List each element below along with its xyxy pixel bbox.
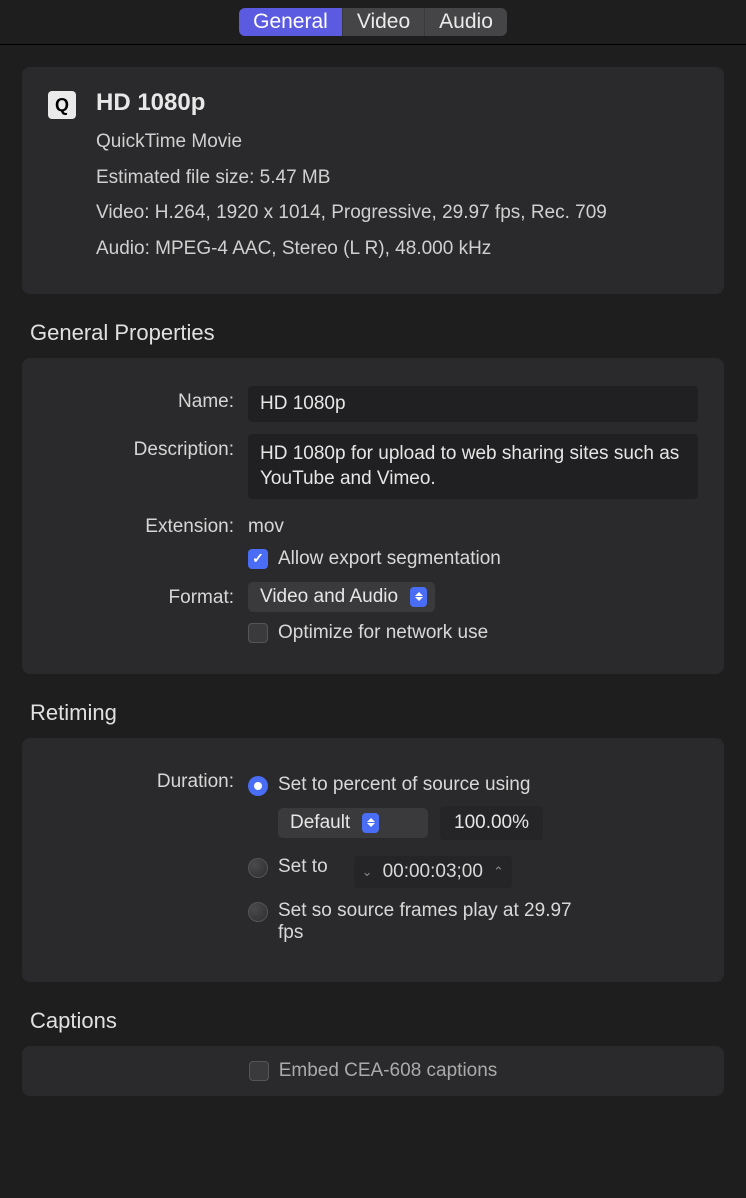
checkmark-icon: ✓ bbox=[252, 550, 264, 567]
embed-captions-label: Embed CEA-608 captions bbox=[279, 1060, 498, 1082]
duration-setto-label: Set to bbox=[278, 856, 328, 878]
duration-frames-label: Set so source frames play at 29.97 fps bbox=[278, 900, 598, 944]
tab-group: General Video Audio bbox=[239, 8, 507, 36]
format-select[interactable]: Video and Audio bbox=[248, 582, 435, 612]
quicktime-icon: Q bbox=[48, 91, 76, 119]
format-select-value: Video and Audio bbox=[260, 586, 398, 608]
setto-time-stepper[interactable]: ⌄ 00:00:03;00 ⌃ bbox=[354, 856, 512, 888]
name-label: Name: bbox=[48, 386, 248, 413]
description-input[interactable]: HD 1080p for upload to web sharing sites… bbox=[248, 434, 698, 499]
duration-setto-radio[interactable] bbox=[248, 858, 268, 878]
section-retiming: Retiming bbox=[30, 700, 746, 726]
top-tab-bar: General Video Audio bbox=[0, 0, 746, 45]
tab-video[interactable]: Video bbox=[343, 8, 425, 36]
captions-panel: Embed CEA-608 captions bbox=[22, 1046, 724, 1096]
general-properties-panel: Name: HD 1080p Description: HD 1080p for… bbox=[22, 358, 724, 674]
section-captions: Captions bbox=[30, 1008, 746, 1034]
duration-frames-radio[interactable] bbox=[248, 902, 268, 922]
section-general-properties: General Properties bbox=[30, 320, 746, 346]
select-arrows-icon bbox=[410, 587, 427, 607]
name-input[interactable]: HD 1080p bbox=[248, 386, 698, 422]
tab-general[interactable]: General bbox=[239, 8, 343, 36]
optimize-network-checkbox[interactable] bbox=[248, 623, 268, 643]
extension-label: Extension: bbox=[48, 511, 248, 538]
tab-audio[interactable]: Audio bbox=[425, 8, 507, 36]
percent-preset-value: Default bbox=[290, 812, 350, 834]
allow-segmentation-label: Allow export segmentation bbox=[278, 548, 501, 570]
allow-segmentation-checkbox[interactable]: ✓ bbox=[248, 549, 268, 569]
duration-label: Duration: bbox=[48, 766, 248, 793]
select-arrows-icon bbox=[362, 813, 379, 833]
description-label: Description: bbox=[48, 434, 248, 461]
summary-audio: Audio: MPEG-4 AAC, Stereo (L R), 48.000 … bbox=[96, 236, 607, 262]
summary-container: QuickTime Movie bbox=[96, 129, 607, 155]
duration-percent-radio[interactable] bbox=[248, 776, 268, 796]
setto-time-value: 00:00:03;00 bbox=[383, 861, 483, 883]
percent-preset-select[interactable]: Default bbox=[278, 808, 428, 838]
optimize-network-label: Optimize for network use bbox=[278, 622, 488, 644]
summary-panel: Q HD 1080p QuickTime Movie Estimated fil… bbox=[22, 67, 724, 294]
extension-value: mov bbox=[248, 511, 698, 538]
percent-value-field[interactable]: 100.00% bbox=[440, 806, 543, 840]
chevron-down-icon[interactable]: ⌄ bbox=[362, 864, 373, 880]
summary-filesize: Estimated file size: 5.47 MB bbox=[96, 165, 607, 191]
duration-percent-label: Set to percent of source using bbox=[278, 774, 530, 796]
format-label: Format: bbox=[48, 582, 248, 609]
summary-video: Video: H.264, 1920 x 1014, Progressive, … bbox=[96, 200, 607, 226]
summary-body: HD 1080p QuickTime Movie Estimated file … bbox=[96, 89, 607, 272]
retiming-panel: Duration: Set to percent of source using… bbox=[22, 738, 724, 982]
embed-captions-checkbox[interactable] bbox=[249, 1061, 269, 1081]
chevron-up-icon[interactable]: ⌃ bbox=[493, 864, 504, 880]
summary-title: HD 1080p bbox=[96, 89, 607, 117]
